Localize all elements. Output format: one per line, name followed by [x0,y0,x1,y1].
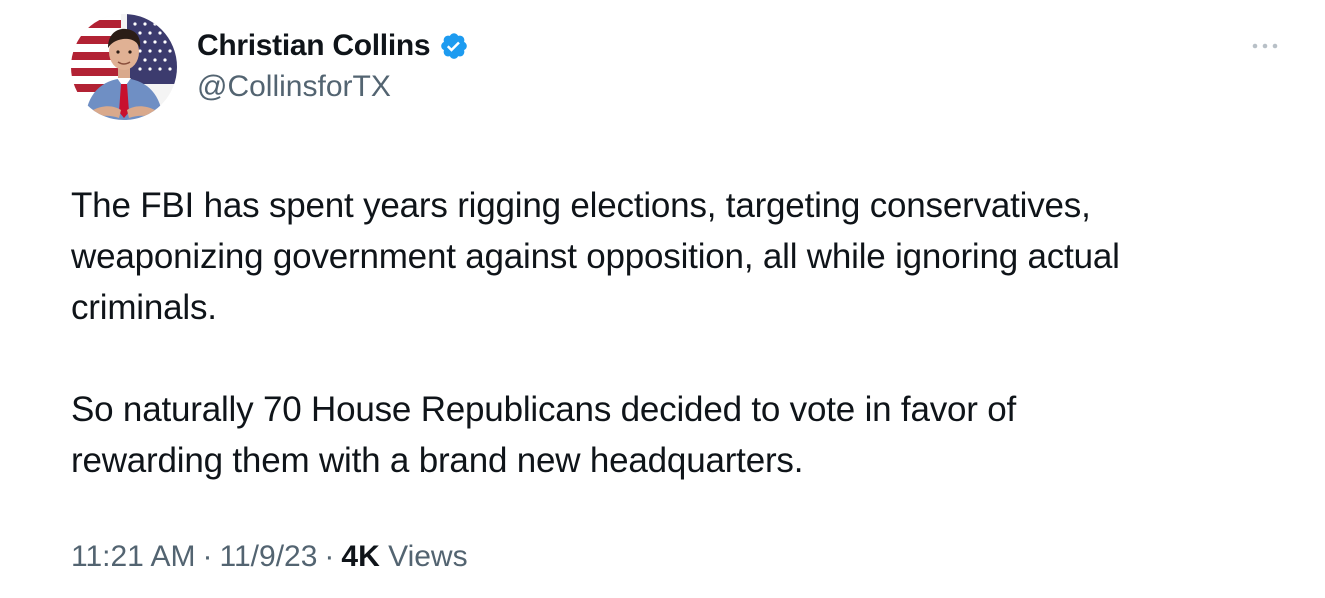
more-options-icon [1252,43,1278,49]
views-label[interactable]: Views [388,540,467,573]
tweet-meta: 11:21 AM · 11/9/23 · 4K Views [71,540,468,574]
author-display-name[interactable]: Christian Collins [197,29,431,63]
profile-photo [71,14,177,120]
tweet-text: The FBI has spent years rigging election… [71,180,1271,486]
author-name-row: Christian Collins [197,26,469,66]
tweet-paragraph: The FBI has spent years rigging election… [71,186,1120,327]
meta-separator: · [202,540,213,573]
author-handle[interactable]: @CollinsforTX [197,70,391,104]
tweet-date[interactable]: 11/9/23 [220,540,318,573]
more-options-button[interactable] [1248,34,1282,58]
avatar[interactable] [71,14,177,120]
verified-badge-icon[interactable] [439,31,469,61]
views-count[interactable]: 4K [341,540,379,573]
tweet-paragraph: So naturally 70 House Republicans decide… [71,390,1017,480]
meta-separator: · [324,540,335,573]
tweet-time[interactable]: 11:21 AM [71,540,196,573]
